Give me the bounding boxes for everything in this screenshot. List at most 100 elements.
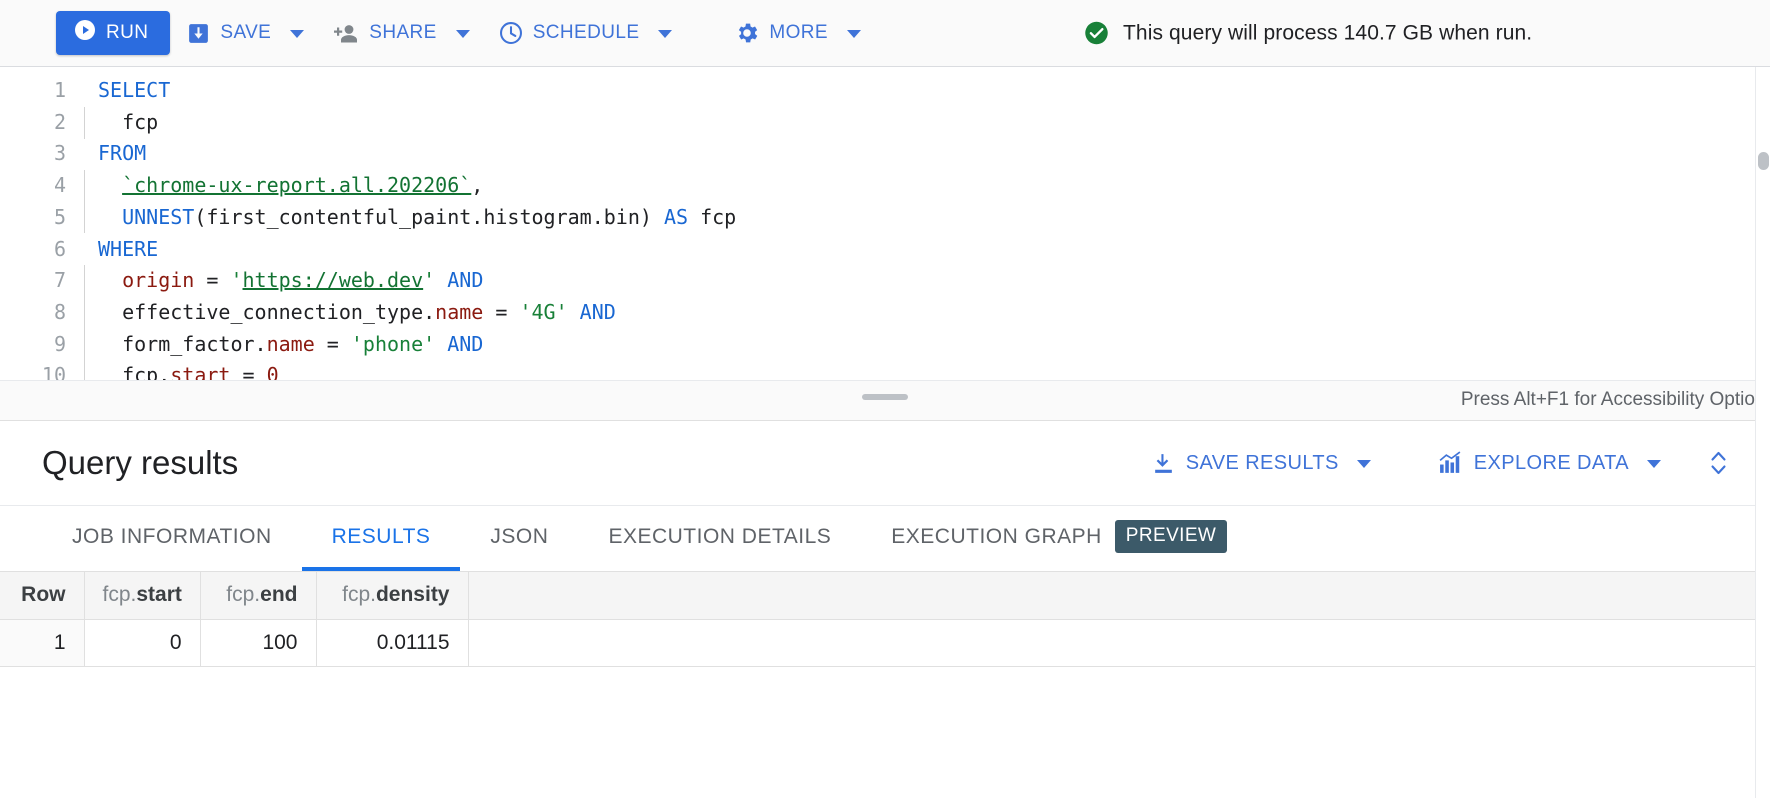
code-token — [98, 173, 122, 197]
person-add-icon — [332, 21, 360, 46]
drag-handle-icon[interactable] — [862, 394, 908, 400]
table-row[interactable]: 101000.01115 — [0, 619, 1770, 666]
column-prefix: fcp. — [342, 583, 376, 606]
column-filler — [468, 572, 1770, 619]
code-line[interactable]: UNNEST(first_contentful_paint.histogram.… — [98, 202, 1770, 234]
more-button[interactable]: MORE — [718, 11, 873, 55]
more-button-label: MORE — [769, 22, 828, 44]
code-line[interactable]: `chrome-ux-report.all.202206`, — [98, 170, 1770, 202]
explore-data-button[interactable]: EXPLORE DATA — [1423, 441, 1675, 485]
results-tab-bar[interactable]: JOB INFORMATION RESULTS JSONEXECUTION DETA… — [0, 506, 1770, 572]
column-prefix: fcp. — [103, 583, 137, 606]
table-cell: 0.01115 — [316, 619, 468, 666]
page-title: Query results — [42, 444, 238, 482]
schedule-button[interactable]: SCHEDULE — [482, 11, 685, 55]
code-token: effective_connection_type. — [98, 300, 435, 324]
code-token — [435, 268, 447, 292]
line-number: 7 — [0, 265, 66, 297]
code-token: AND — [447, 332, 483, 356]
column-name: end — [260, 583, 297, 606]
save-download-icon — [186, 21, 211, 46]
column-name: density — [376, 583, 450, 606]
code-token: `chrome-ux-report.all.202206` — [122, 173, 471, 197]
top-toolbar: RUN SAVE SHARE SCHEDULE MORE This query — [0, 0, 1770, 67]
results-table-body: 101000.01115 — [0, 619, 1770, 666]
column-header[interactable]: fcp.start — [84, 572, 200, 619]
chevron-down-icon — [1647, 460, 1661, 468]
code-token: fcp — [98, 110, 158, 134]
code-token: UNNEST — [122, 205, 194, 229]
code-token: fcp — [688, 205, 736, 229]
check-circle-icon — [1083, 20, 1110, 47]
tab-json[interactable]: JSON — [460, 506, 578, 571]
code-token: (first_contentful_paint.histogram.bin) — [194, 205, 664, 229]
expand-collapse-icon — [1705, 448, 1732, 478]
column-prefix: fcp. — [226, 583, 260, 606]
table-header-row: Rowfcp.startfcp.endfcp.density — [0, 572, 1770, 619]
code-line[interactable]: form_factor.name = 'phone' AND — [98, 329, 1770, 361]
column-header[interactable]: fcp.end — [200, 572, 316, 619]
code-token — [435, 332, 447, 356]
tab-execution-graph[interactable]: EXECUTION GRAPHPREVIEW — [861, 506, 1257, 571]
code-line[interactable]: WHERE — [98, 234, 1770, 266]
save-results-label: SAVE RESULTS — [1186, 452, 1339, 475]
code-token: WHERE — [98, 237, 158, 261]
code-line[interactable]: fcp — [98, 107, 1770, 139]
code-token: https://web.dev — [243, 268, 424, 292]
line-number: 9 — [0, 329, 66, 361]
expand-collapse-button[interactable] — [1675, 448, 1746, 478]
save-results-button[interactable]: SAVE RESULTS — [1137, 441, 1385, 485]
code-line[interactable]: SELECT — [98, 75, 1770, 107]
scrollbar-thumb[interactable] — [1758, 152, 1769, 170]
query-cost-text: This query will process 140.7 GB when ru… — [1123, 21, 1532, 45]
line-number: 5 — [0, 202, 66, 234]
save-button-label: SAVE — [220, 22, 271, 44]
column-name: start — [136, 583, 182, 606]
vertical-scrollbar[interactable] — [1755, 67, 1770, 798]
code-token: ' — [230, 268, 242, 292]
code-token: name — [435, 300, 483, 324]
chevron-down-icon — [658, 30, 672, 38]
chevron-down-icon — [456, 30, 470, 38]
code-line[interactable]: FROM — [98, 138, 1770, 170]
code-token: name — [267, 332, 315, 356]
clock-icon — [498, 20, 524, 46]
code-token: AND — [580, 300, 616, 324]
results-header: Query results SAVE RESULTS EXPLORE DATA — [0, 421, 1770, 506]
tab-execution-details[interactable]: EXECUTION DETAILS — [578, 506, 861, 571]
code-token: origin — [122, 268, 194, 292]
line-number: 1 — [0, 75, 66, 107]
code-token: SELECT — [98, 78, 170, 102]
line-number: 8 — [0, 297, 66, 329]
code-token — [98, 205, 122, 229]
share-button[interactable]: SHARE — [316, 11, 481, 55]
line-number: 6 — [0, 234, 66, 266]
explore-data-label: EXPLORE DATA — [1474, 452, 1629, 475]
code-line[interactable]: effective_connection_type.name = '4G' AN… — [98, 297, 1770, 329]
line-number-gutter: 12345678910 — [0, 75, 84, 392]
accessibility-hint: Press Alt+F1 for Accessibility Options — [1461, 389, 1770, 411]
code-token — [98, 268, 122, 292]
column-header[interactable]: Row — [0, 572, 84, 619]
column-header[interactable]: fcp.density — [316, 572, 468, 619]
play-circle-icon — [73, 18, 97, 48]
tab-results[interactable]: RESULTS — [302, 506, 461, 571]
code-token: form_factor. — [98, 332, 267, 356]
tab-job-information[interactable]: JOB INFORMATION — [42, 506, 302, 571]
code-token: AS — [664, 205, 688, 229]
download-icon — [1151, 451, 1176, 476]
code-line[interactable]: origin = 'https://web.dev' AND — [98, 265, 1770, 297]
sql-editor[interactable]: 12345678910 SELECT fcpFROM `chrome-ux-re… — [0, 67, 1770, 421]
code-token: = — [315, 332, 351, 356]
results-table: Rowfcp.startfcp.endfcp.density 101000.01… — [0, 572, 1770, 667]
chevron-down-icon — [1357, 460, 1371, 468]
tab-label: RESULTS — [332, 525, 431, 549]
query-cost-status: This query will process 140.7 GB when ru… — [1083, 20, 1532, 47]
code-token: 'phone' — [351, 332, 435, 356]
code-content[interactable]: SELECT fcp FROM `chrome-ux-report.all.202… — [84, 75, 1770, 392]
code-area[interactable]: 12345678910 SELECT fcpFROM `chrome-ux-re… — [0, 67, 1770, 392]
run-button-label: RUN — [106, 22, 148, 44]
run-button[interactable]: RUN — [56, 11, 170, 55]
indent-guide — [84, 170, 85, 233]
save-button[interactable]: SAVE — [170, 11, 316, 55]
